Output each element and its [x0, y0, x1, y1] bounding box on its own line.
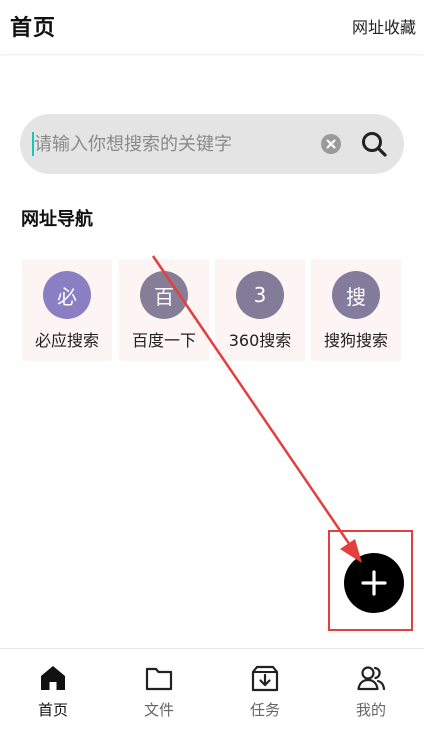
download-box-icon: [251, 665, 279, 692]
tab-tasks[interactable]: 任务: [212, 649, 318, 730]
nav-avatar: 搜: [332, 271, 380, 319]
bottom-tab-bar: 首页 文件 任务 我的: [0, 648, 424, 730]
nav-label: 360搜索: [228, 331, 292, 350]
nav-label: 搜狗搜索: [323, 331, 388, 350]
app-header: 首页 网址收藏: [0, 0, 424, 54]
search-icon[interactable]: [360, 130, 388, 158]
user-group-icon: [357, 666, 386, 691]
add-button[interactable]: [344, 553, 404, 613]
folder-icon: [145, 667, 173, 691]
section-title-nav: 网址导航: [21, 209, 93, 230]
plus-icon: [361, 570, 387, 596]
nav-item-baidu[interactable]: 百 百度一下: [119, 259, 209, 361]
nav-avatar: 3: [236, 271, 284, 319]
search-input[interactable]: [34, 128, 304, 160]
home-icon: [41, 666, 65, 690]
tab-files[interactable]: 文件: [106, 649, 212, 730]
nav-avatar: 百: [140, 271, 188, 319]
tab-label: 首页: [37, 701, 68, 719]
nav-label: 百度一下: [131, 331, 196, 350]
tab-home[interactable]: 首页: [0, 649, 106, 730]
tab-profile[interactable]: 我的: [318, 649, 424, 730]
nav-grid: 必 必应搜索 百 百度一下 3 360搜索 搜 搜狗搜索: [22, 259, 404, 361]
nav-item-sogou[interactable]: 搜 搜狗搜索: [311, 259, 401, 361]
tab-label: 我的: [355, 701, 386, 719]
close-circle-icon[interactable]: [321, 134, 341, 154]
nav-item-bing[interactable]: 必 必应搜索: [22, 259, 112, 361]
search-bar: [20, 114, 404, 174]
bookmarks-link[interactable]: 网址收藏: [352, 14, 416, 38]
annotation-arrow: [151, 255, 362, 563]
nav-item-360[interactable]: 3 360搜索: [215, 259, 305, 361]
page-title: 首页: [10, 16, 57, 41]
tab-label: 任务: [249, 701, 280, 719]
clear-x-glyph: [326, 139, 336, 149]
tab-label: 文件: [143, 701, 174, 719]
nav-label: 必应搜索: [34, 331, 99, 350]
nav-avatar: 必: [43, 271, 91, 319]
